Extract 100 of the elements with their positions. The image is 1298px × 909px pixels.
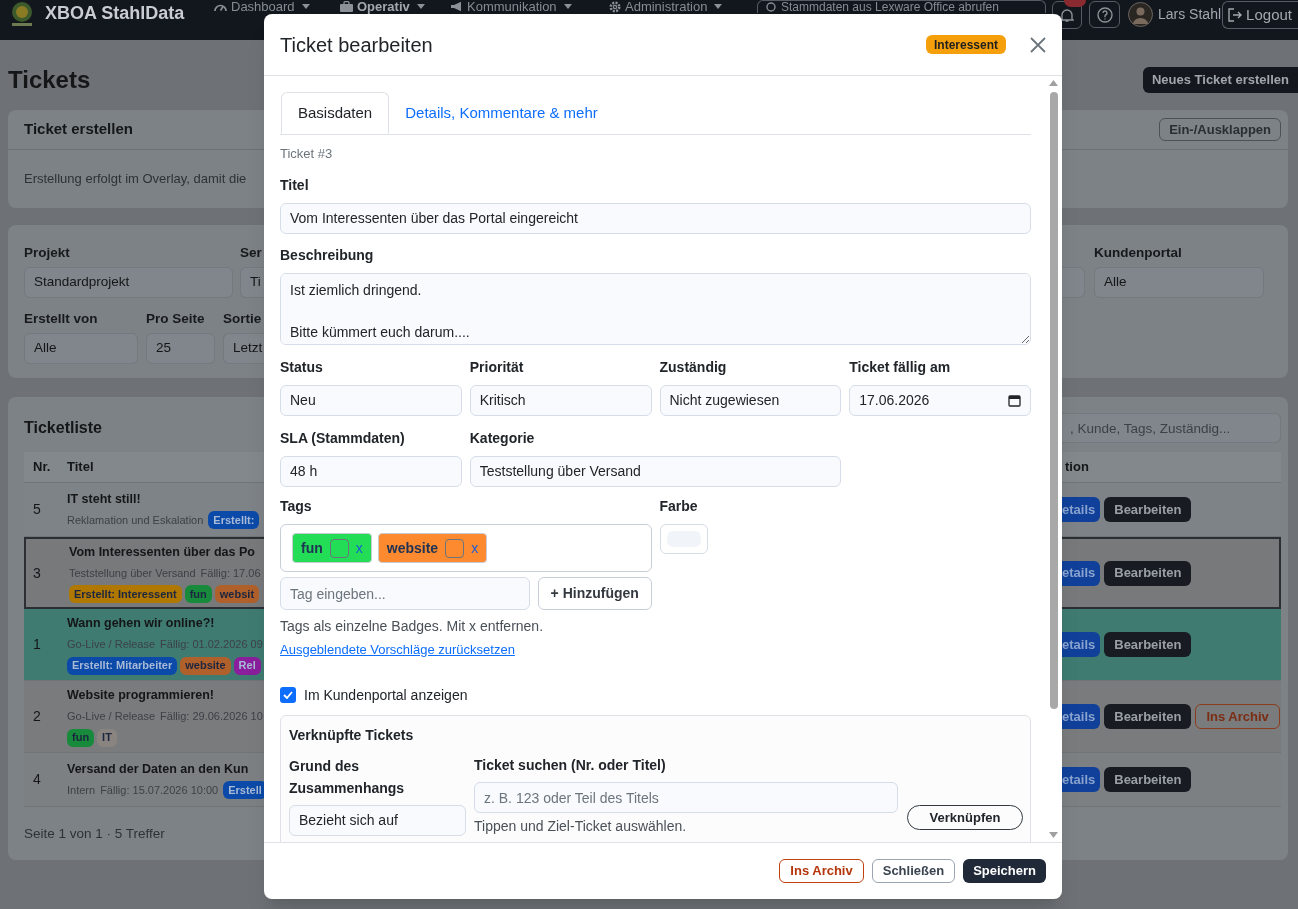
field-label: Titel	[280, 176, 310, 195]
archive-button[interactable]: Ins Archiv	[779, 859, 864, 883]
caret-icon	[301, 4, 310, 9]
field-label: Sortie	[223, 310, 263, 328]
remove-tag[interactable]: x	[355, 537, 363, 559]
color-swatch[interactable]	[445, 538, 465, 558]
filter-field[interactable]: Alle	[1094, 267, 1264, 298]
column-header: tion	[1064, 458, 1089, 477]
ticket-category: Go-Live / Release	[67, 637, 156, 653]
filter-field[interactable]: Ti	[240, 267, 266, 298]
tag-badge: Erstellt:	[208, 511, 260, 530]
filter-field[interactable]: 25	[146, 333, 215, 364]
table-cell-text: 1	[32, 635, 42, 654]
ticket-number: Ticket #3	[280, 145, 334, 163]
toggle-button[interactable]: Ein-/Ausklappen	[1159, 118, 1281, 141]
ticket-title: IT steht still!	[67, 490, 141, 508]
close-icon[interactable]	[1030, 36, 1046, 53]
avatar-icon	[1128, 2, 1153, 27]
field-label: Tags	[280, 497, 313, 516]
card-title: Ticket erstellen	[24, 119, 133, 140]
field-label: Kategorie	[469, 429, 536, 448]
ticket-search-field[interactable]: z. B. 123 oder Teil des Titels	[474, 782, 898, 813]
table-cell-text: 3	[32, 563, 42, 583]
ticket-category: Go-Live / Release	[67, 709, 156, 725]
nav-menu[interactable]: Kommunikation	[450, 0, 609, 13]
filter-field[interactable]: Alle	[24, 333, 138, 364]
table-row[interactable]: etails Bearbeiten	[1062, 537, 1281, 609]
details-button[interactable]: etails	[1062, 560, 1101, 586]
table-row[interactable]: 2 Website programmieren! Go-Live / Release Fällig: 29.06.2026 10 fun IT	[24, 681, 264, 753]
edit-button[interactable]: Bearbeiten	[1104, 497, 1192, 522]
reset-link[interactable]: Ausgeblendete Vorschläge zurücksetzen	[280, 641, 515, 659]
color-picker[interactable]	[659, 524, 708, 554]
table-cell-text: 5	[32, 500, 42, 519]
logout-button[interactable]: Logout	[1222, 1, 1298, 29]
tag-chip[interactable]: fun x	[292, 533, 372, 563]
tab[interactable]: Details, Kommentare & mehr	[389, 92, 614, 134]
title-field[interactable]: Vom Interessenten über das Portal eingereicht	[280, 203, 1031, 234]
scroll-up-icon[interactable]	[1049, 80, 1058, 86]
sync-button[interactable]: Stammdaten aus Lexware Office abrufen	[757, 0, 1046, 13]
tag-badge: Erstellt: Mitarbeiter	[67, 656, 178, 675]
add-tag-button[interactable]: + Hinzufügen	[538, 577, 652, 610]
description-field[interactable]: Ist ziemlich dringend. Bitte kümmert euch darum....	[280, 273, 1031, 345]
filter-field[interactable]	[1062, 267, 1085, 298]
search-field[interactable]: , Kunde, Tags, Zuständig...	[1062, 413, 1281, 443]
details-button[interactable]: etails	[1062, 767, 1101, 792]
checkbox[interactable]	[280, 687, 296, 703]
brand-name: XBOA StahlData	[45, 3, 185, 23]
reason-select[interactable]: Bezieht sich auf	[289, 805, 466, 836]
column-header: Nr.	[32, 458, 52, 477]
scrollbar[interactable]	[1048, 78, 1059, 840]
select-field[interactable]: Neu	[280, 385, 462, 416]
tab[interactable]: Basisdaten	[281, 92, 390, 134]
ticket-title: Website programmieren!	[67, 687, 215, 705]
table-row[interactable]: 3 Vom Interessenten über das Po Teststellung über Versand Fällig: 17.06 Erstellt: Interessent fun websit	[24, 537, 264, 609]
date-field[interactable]: 17.06.2026	[849, 385, 1031, 416]
tag-badge: Erstell	[223, 781, 267, 800]
close-button[interactable]: Schließen	[871, 859, 956, 883]
select-field[interactable]: Teststellung über Versand	[469, 456, 842, 487]
tag-badge: Erstellt: Interessent	[69, 585, 182, 604]
logout-icon	[1228, 8, 1243, 22]
status-badge: Interessent	[925, 35, 1006, 54]
page-title: Tickets	[8, 65, 91, 95]
table-row[interactable]: etails Bearbeiten Ins Archiv	[1062, 681, 1281, 753]
settings-icon	[609, 0, 621, 13]
due-date: Fällig: 15.07.2026 10:00	[100, 783, 219, 799]
dialog-title: Ticket bearbeiten	[280, 32, 433, 58]
card-title: Ticketliste	[24, 418, 102, 438]
scroll-down-icon[interactable]	[1049, 832, 1058, 838]
column-header: Titel	[67, 458, 94, 477]
select-field[interactable]: Kritisch	[469, 385, 652, 416]
help-button[interactable]	[1089, 1, 1120, 28]
ticket-category: Reklamation und Eskalation	[67, 513, 204, 529]
help-text: Tippen und Ziel-Ticket auswählen.	[474, 818, 688, 835]
nav-menu[interactable]: Dashboard	[214, 0, 340, 13]
field-label: Kundenportal	[1094, 244, 1183, 262]
tag-chip[interactable]: website x	[377, 533, 488, 563]
due-date: Fällig: 17.06	[200, 565, 261, 581]
save-button[interactable]: Speichern	[963, 859, 1046, 883]
details-button[interactable]: etails	[1062, 632, 1101, 657]
due-date: Fällig: 29.06.2026 10	[160, 709, 263, 725]
nav-menu[interactable]: Administration	[609, 0, 757, 13]
ticket-title: Wann gehen wir online?!	[67, 615, 215, 633]
details-button[interactable]: etails	[1062, 704, 1101, 729]
color-swatch[interactable]	[329, 538, 349, 558]
edit-button[interactable]: Bearbeiten	[1104, 632, 1192, 657]
scrollbar-thumb[interactable]	[1049, 92, 1058, 709]
select-field[interactable]: 48 h	[280, 456, 462, 487]
tag-input[interactable]: Tag eingeben...	[280, 577, 530, 610]
table-row[interactable]: etails Bearbeiten	[1062, 609, 1281, 681]
filter-field[interactable]: Letzt	[223, 333, 264, 364]
tag-badge: websit	[214, 585, 260, 604]
edit-button[interactable]: Bearbeiten	[1104, 704, 1192, 729]
edit-button[interactable]: Bearbeiten	[1104, 767, 1192, 792]
details-button[interactable]: etails	[1062, 497, 1101, 522]
filter-field[interactable]: Standardprojekt	[24, 267, 233, 298]
select-field[interactable]: Nicht zugewiesen	[659, 385, 842, 416]
new-ticket-button[interactable]: Neues Ticket erstellen	[1142, 67, 1298, 93]
nav-menu[interactable]: Operativ	[340, 0, 450, 13]
field-label: Erstellt von	[24, 310, 99, 328]
edit-button[interactable]: Bearbeiten	[1104, 560, 1192, 586]
